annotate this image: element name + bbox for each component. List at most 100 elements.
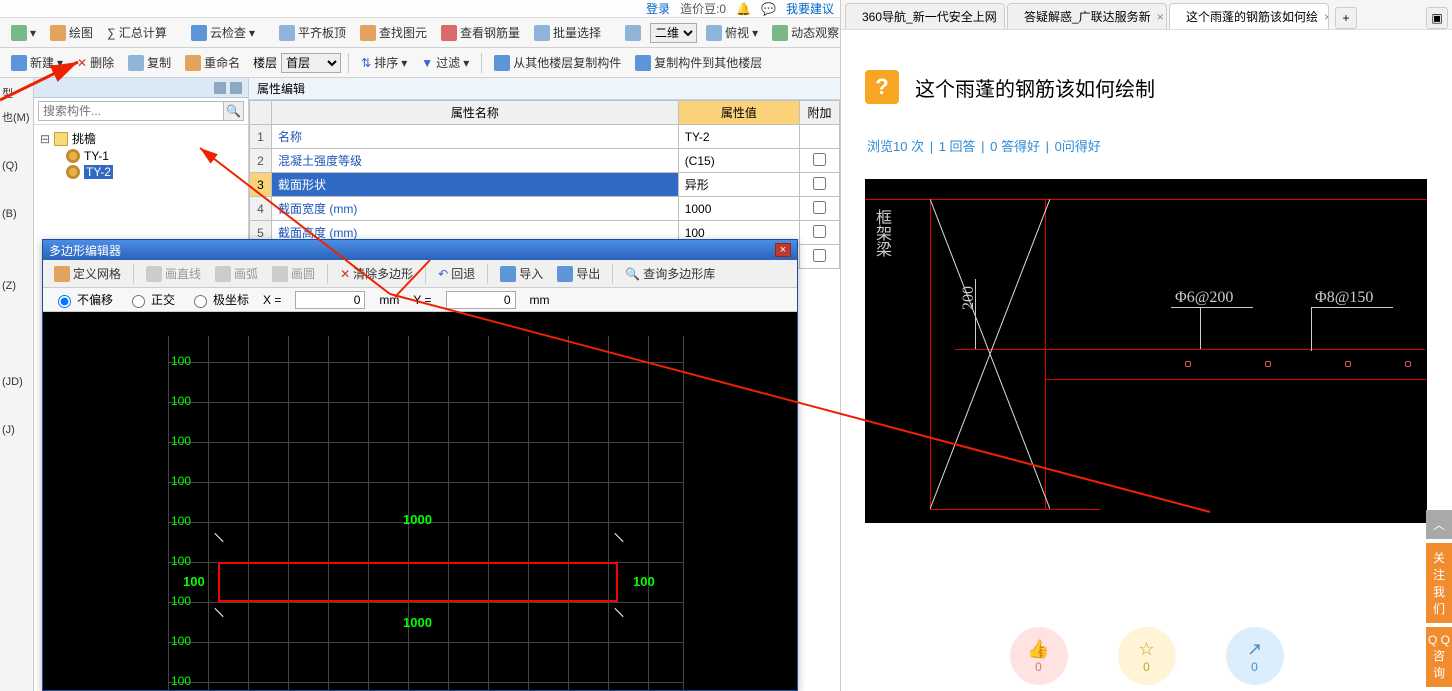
tab-close-icon[interactable]: × (1324, 10, 1329, 24)
count-label: 0 (1143, 660, 1150, 674)
login-link[interactable]: 登录 (646, 0, 670, 17)
prop-name[interactable]: 截面形状 (272, 173, 679, 197)
draw-circle-button[interactable]: 画圆 (267, 263, 320, 284)
copyto-button[interactable]: 复制构件到其他楼层 (630, 52, 767, 73)
tree-item-ty1[interactable]: TY-1 (84, 149, 109, 163)
prop-value[interactable]: 异形 (678, 173, 799, 197)
thumbs-up-button[interactable]: 👍 0 (1010, 627, 1068, 685)
tab-faq[interactable]: 答疑解惑_广联达服务新 × (1007, 3, 1167, 29)
qq-consult-button[interactable]: Q Q 咨询 (1426, 627, 1452, 687)
tree-item-ty2[interactable]: TY-2 (84, 165, 113, 179)
share-button[interactable]: ↗ 0 (1226, 627, 1284, 685)
batchsel-button[interactable]: 批量选择 (529, 22, 606, 43)
radio-none[interactable]: 不偏移 (53, 291, 113, 308)
clear-poly-button[interactable]: ✕清除多边形 (335, 263, 418, 284)
polygon-shape[interactable] (218, 562, 618, 602)
cat-item[interactable]: (J) (2, 418, 31, 442)
filter-button[interactable]: ▼过滤▾ (416, 52, 474, 73)
sort-button[interactable]: ⇅排序▾ (356, 52, 412, 73)
follow-us-button[interactable]: 关注我们 (1426, 543, 1452, 623)
export-button[interactable]: 导出 (552, 263, 605, 284)
notify-icon[interactable]: 🔔 (736, 2, 751, 16)
prop-value[interactable]: TY-2 (678, 125, 799, 149)
copy-label: 复制 (147, 54, 171, 71)
chat-icon[interactable]: 💬 (761, 2, 776, 16)
delete-button[interactable]: ✕删除 (72, 52, 119, 73)
prop-extra-checkbox[interactable] (813, 201, 826, 214)
dialog-title: 多边形编辑器 (49, 242, 121, 259)
folder-icon (54, 132, 68, 146)
prop-extra-checkbox[interactable] (813, 177, 826, 190)
nav-close-icon[interactable] (230, 82, 242, 94)
share-icon: ↗ (1247, 639, 1262, 660)
view-mode-select[interactable]: 二维 (650, 23, 697, 43)
component-tree: ⊟ 挑檐 TY-1 TY-2 (34, 125, 248, 184)
tab-close-icon[interactable]: × (1157, 10, 1164, 24)
tree-root-label[interactable]: 挑檐 (72, 130, 96, 147)
findelem-button[interactable]: 查找图元 (355, 22, 432, 43)
draw-arc-button[interactable]: 画弧 (210, 263, 263, 284)
cat-item[interactable]: (Q) (2, 154, 31, 178)
tick-label: 100 (171, 474, 191, 488)
cloudcheck-button[interactable]: 云检查▾ (186, 22, 260, 43)
prop-name[interactable]: 截面宽度 (mm) (272, 197, 679, 221)
prop-value[interactable]: (C15) (678, 149, 799, 173)
radio-polar[interactable]: 极坐标 (189, 291, 249, 308)
new-tab-button[interactable]: + (1335, 7, 1357, 29)
gear-icon (66, 165, 80, 179)
cat-item[interactable]: (B) (2, 202, 31, 226)
tab-close-icon[interactable]: × (1003, 10, 1005, 24)
tab-question[interactable]: 这个雨蓬的钢筋该如何绘 × (1169, 3, 1329, 29)
search-lib-button[interactable]: 🔍查询多边形库 (620, 263, 720, 284)
prop-name[interactable]: 名称 (272, 125, 679, 149)
x-label: X = (263, 293, 281, 307)
prop-extra-checkbox[interactable] (813, 225, 826, 238)
tick-label: 100 (171, 554, 191, 568)
checkrebar-button[interactable]: 查看钢筋量 (436, 22, 525, 43)
x-unit: mm (379, 293, 399, 307)
prop-value[interactable]: 1000 (678, 197, 799, 221)
topview-button[interactable]: 俯视▾ (701, 22, 763, 43)
cat-item[interactable]: (JD) (2, 370, 31, 394)
undo-button[interactable]: ↶回退 (433, 263, 480, 284)
draw-line-button[interactable]: 画直线 (141, 263, 206, 284)
polygon-canvas[interactable]: 100 100 100 100 100 100 100 100 100 1000… (43, 312, 797, 690)
tab-label: 答疑解惑_广联达服务新 (1024, 8, 1151, 25)
tick-label: 100 (171, 394, 191, 408)
new-button[interactable]: 新建▾ (6, 52, 68, 73)
tab-overflow-button[interactable]: ▣ (1426, 7, 1448, 29)
x-input[interactable] (295, 291, 365, 309)
cat-item[interactable]: 型 (2, 82, 31, 106)
nav-pin-icon[interactable] (214, 82, 226, 94)
cat-item[interactable]: 也(M) (2, 106, 31, 130)
row-idx: 1 (250, 125, 272, 149)
draw-button[interactable]: 绘图 (45, 22, 98, 43)
feedback-link[interactable]: 我要建议 (786, 0, 834, 17)
tab-360[interactable]: 360导航_新一代安全上网 × (845, 3, 1005, 29)
copyfrom-button[interactable]: 从其他楼层复制构件 (489, 52, 626, 73)
prop-name[interactable]: 混凝土强度等级 (272, 149, 679, 173)
cat-item[interactable]: (Z) (2, 274, 31, 298)
radio-ortho[interactable]: 正交 (127, 291, 175, 308)
sumcalc-button[interactable]: ∑ 汇总计算 (102, 22, 172, 43)
dynview-button[interactable]: 动态观察 (767, 22, 844, 43)
search-button[interactable]: 🔍 (224, 101, 244, 121)
back-dropdown[interactable]: ▾ (6, 23, 41, 43)
prop-extra-checkbox[interactable] (813, 249, 826, 262)
copy-button[interactable]: 复制 (123, 52, 176, 73)
define-grid-button[interactable]: 定义网格 (49, 263, 126, 284)
meta-good: 0 答得好 (990, 139, 1040, 154)
scroll-top-button[interactable]: ︿ (1426, 510, 1452, 539)
cad-beam-label: 框架梁 (869, 209, 893, 257)
flatten-button[interactable]: 平齐板顶 (274, 22, 351, 43)
search-input[interactable] (38, 101, 224, 121)
import-button[interactable]: 导入 (495, 263, 548, 284)
tree-collapse-icon[interactable]: ⊟ (40, 132, 50, 146)
close-icon[interactable]: × (775, 243, 791, 257)
rename-button[interactable]: 重命名 (180, 52, 245, 73)
favorite-button[interactable]: ☆ 0 (1118, 627, 1176, 685)
misc-button[interactable] (620, 23, 646, 43)
prop-extra-checkbox[interactable] (813, 153, 826, 166)
y-input[interactable] (446, 291, 516, 309)
floor-select[interactable]: 首层 (281, 53, 341, 73)
